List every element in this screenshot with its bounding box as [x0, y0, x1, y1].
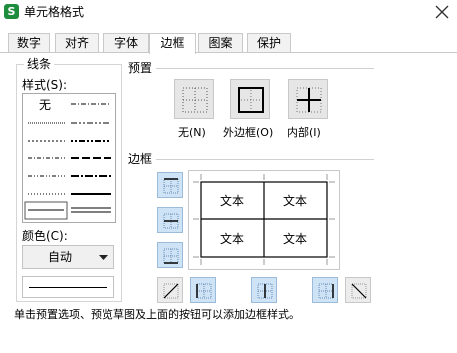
border-rule — [156, 159, 374, 160]
tab-protection[interactable]: 保护 — [247, 33, 291, 53]
chevron-down-icon — [99, 255, 108, 260]
border-middle-h-button[interactable] — [157, 207, 183, 233]
border-inner-vertical-icon — [257, 283, 273, 299]
app-icon: S — [4, 4, 19, 19]
hint-text: 单击预置选项、预览草图及上面的按钮可以添加边框样式。 — [14, 308, 300, 321]
preset-inside-button[interactable] — [288, 79, 328, 119]
border-preview[interactable]: 文本 文本 文本 文本 — [188, 170, 340, 270]
color-dropdown-value: 自动 — [47, 250, 72, 264]
preset-outline-button[interactable] — [230, 79, 270, 119]
line-style-list[interactable]: 无 — [22, 93, 116, 223]
border-inner-horizontal-icon — [163, 213, 179, 229]
preset-inside-icon — [296, 87, 322, 113]
window-title: 单元格格式 — [24, 5, 85, 19]
border-middle-v-button[interactable] — [251, 277, 277, 303]
presets-rule — [156, 68, 374, 69]
border-left-button[interactable] — [190, 277, 216, 303]
preset-outline-icon — [238, 87, 264, 113]
preview-cell-text: 文本 — [282, 232, 307, 246]
border-title: 边框 — [128, 152, 153, 166]
preview-cell-text: 文本 — [219, 232, 244, 246]
border-preview-grid[interactable] — [189, 171, 341, 271]
color-label: 颜色(C): — [22, 229, 68, 243]
border-diagonal-up-button[interactable] — [157, 277, 183, 303]
preset-none-label: 无(N) — [178, 126, 206, 139]
style-label: 样式(S): — [22, 78, 68, 92]
preview-cell-text: 文本 — [219, 194, 244, 208]
tab-font[interactable]: 字体 — [103, 33, 149, 53]
tab-pattern[interactable]: 图案 — [198, 33, 243, 53]
tab-border[interactable]: 边框 — [149, 33, 196, 54]
preset-outline-label: 外边框(O) — [223, 126, 274, 139]
title-bar: S 单元格格式 — [0, 0, 457, 26]
close-button[interactable] — [433, 3, 451, 21]
color-dropdown[interactable]: 自动 — [22, 245, 114, 269]
preset-inside-label: 内部(I) — [287, 126, 321, 139]
border-right-button[interactable] — [312, 277, 338, 303]
border-diagonal-down-button[interactable] — [345, 277, 371, 303]
tab-number[interactable]: 数字 — [8, 33, 50, 53]
tab-divider — [0, 52, 457, 53]
border-bottom-icon — [163, 248, 179, 264]
close-icon — [435, 5, 449, 19]
tab-strip: 数字 对齐 字体 边框 图案 保护 — [0, 33, 457, 54]
preview-cell-text: 文本 — [282, 194, 307, 208]
diagonal-up-icon — [163, 283, 179, 299]
preset-none-button[interactable] — [174, 79, 214, 119]
diagonal-down-icon — [351, 283, 367, 299]
presets-title: 预置 — [128, 61, 153, 75]
border-right-icon — [318, 283, 334, 299]
line-preview — [22, 276, 114, 298]
line-group-title: 线条 — [24, 57, 55, 71]
tab-alignment[interactable]: 对齐 — [55, 33, 99, 53]
line-style-swatches[interactable] — [23, 94, 117, 224]
border-left-icon — [196, 283, 212, 299]
border-bottom-button[interactable] — [157, 242, 183, 268]
preset-none-icon — [182, 87, 208, 113]
border-top-icon — [163, 178, 179, 194]
border-top-button[interactable] — [157, 172, 183, 198]
